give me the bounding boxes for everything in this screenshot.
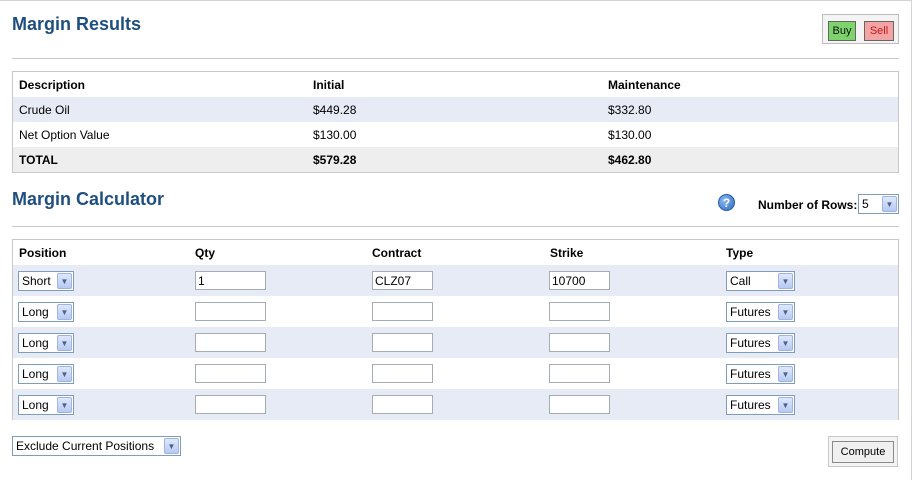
position-select[interactable]: Long ▼ bbox=[18, 333, 74, 353]
contract-input[interactable] bbox=[372, 395, 433, 414]
column-header-strike: Strike bbox=[550, 245, 584, 260]
contract-input[interactable] bbox=[372, 302, 433, 321]
buy-button[interactable]: Buy bbox=[828, 21, 856, 41]
qty-input[interactable] bbox=[195, 364, 266, 383]
chevron-down-icon: ▼ bbox=[882, 196, 897, 212]
row-initial: $449.28 bbox=[313, 102, 357, 117]
strike-input[interactable] bbox=[549, 271, 610, 290]
chevron-down-icon: ▼ bbox=[778, 366, 793, 382]
calculator-row: Long ▼ Futures ▼ bbox=[13, 358, 898, 389]
column-header-type: Type bbox=[726, 245, 754, 260]
results-divider bbox=[12, 58, 899, 59]
column-header-description: Description bbox=[19, 77, 86, 92]
chevron-down-icon: ▼ bbox=[57, 335, 72, 351]
help-icon[interactable]: ? bbox=[718, 194, 735, 211]
margin-results-table: Description Initial Maintenance Crude Oi… bbox=[12, 71, 899, 173]
type-select[interactable]: Futures ▼ bbox=[726, 302, 795, 322]
type-value: Call bbox=[730, 274, 751, 288]
position-select[interactable]: Long ▼ bbox=[18, 364, 74, 384]
sell-button[interactable]: Sell bbox=[864, 21, 894, 41]
position-select[interactable]: Short ▼ bbox=[18, 271, 74, 291]
chevron-down-icon: ▼ bbox=[164, 438, 179, 454]
position-select[interactable]: Long ▼ bbox=[18, 395, 74, 415]
position-select[interactable]: Long ▼ bbox=[18, 302, 74, 322]
type-select[interactable]: Futures ▼ bbox=[726, 364, 795, 384]
position-value: Short bbox=[22, 274, 51, 288]
strike-input[interactable] bbox=[549, 364, 610, 383]
strike-input[interactable] bbox=[549, 395, 610, 414]
type-value: Futures bbox=[730, 305, 771, 319]
exclude-positions-value: Exclude Current Positions bbox=[16, 439, 155, 453]
total-label: TOTAL bbox=[19, 152, 58, 167]
total-row: TOTAL $579.28 $462.80 bbox=[13, 147, 898, 172]
strike-input[interactable] bbox=[549, 333, 610, 352]
qty-input[interactable] bbox=[195, 271, 266, 290]
type-value: Futures bbox=[730, 367, 771, 381]
strike-input[interactable] bbox=[549, 302, 610, 321]
chevron-down-icon: ▼ bbox=[57, 273, 72, 289]
row-initial: $130.00 bbox=[313, 127, 357, 142]
total-initial: $579.28 bbox=[313, 152, 357, 167]
compute-button-frame: Compute bbox=[828, 436, 898, 467]
frame-top-border bbox=[0, 0, 912, 1]
chevron-down-icon: ▼ bbox=[57, 366, 72, 382]
frame-right-border bbox=[911, 0, 912, 480]
type-select[interactable]: Futures ▼ bbox=[726, 395, 795, 415]
number-of-rows-label: Number of Rows: bbox=[758, 198, 858, 212]
calculator-row: Short ▼ Call ▼ bbox=[13, 265, 898, 296]
margin-calculator-table: Position Qty Contract Strike Type Short … bbox=[12, 239, 899, 420]
position-value: Long bbox=[22, 336, 49, 350]
type-value: Futures bbox=[730, 398, 771, 412]
margin-results-title: Margin Results bbox=[12, 14, 142, 34]
chevron-down-icon: ▼ bbox=[57, 304, 72, 320]
contract-input[interactable] bbox=[372, 333, 433, 352]
qty-input[interactable] bbox=[195, 302, 266, 321]
position-value: Long bbox=[22, 305, 49, 319]
type-select[interactable]: Call ▼ bbox=[726, 271, 795, 291]
column-header-initial: Initial bbox=[313, 77, 345, 92]
calculator-header-row: Position Qty Contract Strike Type bbox=[13, 240, 898, 265]
qty-input[interactable] bbox=[195, 395, 266, 414]
qty-input[interactable] bbox=[195, 333, 266, 352]
margin-calculator-title: Margin Calculator bbox=[12, 189, 165, 209]
type-value: Futures bbox=[730, 336, 771, 350]
calculator-divider bbox=[12, 226, 899, 227]
row-maintenance: $332.80 bbox=[608, 102, 652, 117]
exclude-positions-select[interactable]: Exclude Current Positions ▼ bbox=[12, 436, 181, 456]
column-header-maintenance: Maintenance bbox=[608, 77, 681, 92]
table-row: Crude Oil $449.28 $332.80 bbox=[13, 97, 898, 122]
number-of-rows-select[interactable]: 5 ▼ bbox=[858, 194, 899, 214]
compute-button[interactable]: Compute bbox=[832, 441, 894, 463]
total-maintenance: $462.80 bbox=[608, 152, 652, 167]
chevron-down-icon: ▼ bbox=[778, 304, 793, 320]
table-row: Net Option Value $130.00 $130.00 bbox=[13, 122, 898, 147]
chevron-down-icon: ▼ bbox=[57, 397, 72, 413]
row-description: Crude Oil bbox=[19, 102, 70, 117]
type-select[interactable]: Futures ▼ bbox=[726, 333, 795, 353]
calculator-row: Long ▼ Futures ▼ bbox=[13, 296, 898, 327]
column-header-qty: Qty bbox=[195, 245, 216, 260]
position-value: Long bbox=[22, 367, 49, 381]
number-of-rows-value: 5 bbox=[862, 197, 869, 211]
column-header-position: Position bbox=[19, 245, 67, 260]
contract-input[interactable] bbox=[372, 364, 433, 383]
calculator-row: Long ▼ Futures ▼ bbox=[13, 327, 898, 358]
results-header-row: Description Initial Maintenance bbox=[13, 72, 898, 97]
position-value: Long bbox=[22, 398, 49, 412]
contract-input[interactable] bbox=[372, 271, 433, 290]
chevron-down-icon: ▼ bbox=[778, 273, 793, 289]
row-description: Net Option Value bbox=[19, 127, 110, 142]
row-maintenance: $130.00 bbox=[608, 127, 652, 142]
chevron-down-icon: ▼ bbox=[778, 397, 793, 413]
chevron-down-icon: ▼ bbox=[778, 335, 793, 351]
trade-button-group: Buy Sell bbox=[822, 14, 899, 44]
column-header-contract: Contract bbox=[372, 245, 422, 260]
calculator-row: Long ▼ Futures ▼ bbox=[13, 389, 898, 420]
